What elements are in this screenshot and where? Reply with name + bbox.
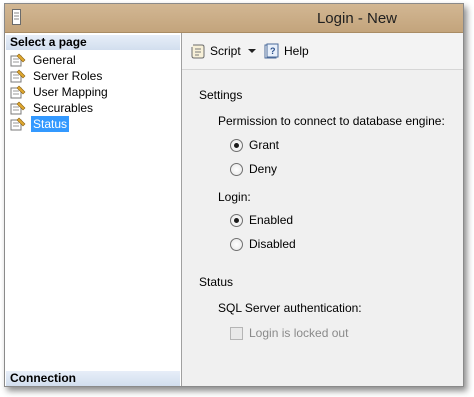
select-page-header: Select a page [6,35,180,50]
window-icon [12,9,21,25]
deny-radio[interactable]: Deny [230,161,277,177]
checkbox-box[interactable] [230,326,243,340]
permission-label: Permission to connect to database engine… [218,114,445,128]
enabled-label: Enabled [249,213,294,227]
sidebar-item-label: General [33,53,76,67]
script-button[interactable]: Script [190,42,241,60]
status-section-title: Status [199,275,234,289]
sidebar-item-label: Status [31,116,70,132]
page-wrench-icon [10,101,26,115]
page-wrench-icon [10,85,26,99]
enabled-radio[interactable]: Enabled [230,212,293,228]
script-scroll-icon [191,44,205,59]
connection-header: Connection [6,371,180,386]
disabled-radio[interactable]: Disabled [230,236,296,252]
svg-text:?: ? [270,46,276,56]
help-icon: ? [264,43,279,59]
window-title: Login - New [316,10,397,27]
sidebar-item-label: Server Roles [33,69,103,83]
login-locked-out-checkbox[interactable]: Login is locked out [230,325,348,341]
radio-dot[interactable] [230,162,243,176]
radio-dot[interactable] [230,138,243,152]
page-wrench-icon [10,53,26,67]
sql-auth-label: SQL Server authentication: [218,301,362,315]
radio-dot[interactable] [230,213,243,227]
help-label: Help [284,44,309,58]
settings-section-title: Settings [199,88,243,102]
toolbar: Script ? Help [182,33,463,70]
status-page: Script ? Help Settings Permission to con… [182,33,463,386]
title-bar: Login - New [5,4,463,33]
grant-radio[interactable]: Grant [230,137,279,153]
disabled-label: Disabled [249,237,296,251]
sidebar-item-label: Securables [33,101,94,115]
login-new-window: Login - New Select a page General Server… [4,3,464,387]
page-wrench-icon [10,117,26,131]
help-button[interactable]: ? Help [264,42,309,60]
select-page-pane: Select a page General Server Roles User … [5,33,182,386]
sidebar-item-label: User Mapping [33,85,108,99]
login-label: Login: [218,190,251,204]
page-wrench-icon [10,69,26,83]
deny-label: Deny [249,162,278,176]
radio-dot[interactable] [230,237,243,251]
script-label: Script [210,44,241,58]
grant-label: Grant [249,138,280,152]
script-dropdown-arrow-icon[interactable] [248,49,256,53]
locked-out-label: Login is locked out [249,326,349,340]
